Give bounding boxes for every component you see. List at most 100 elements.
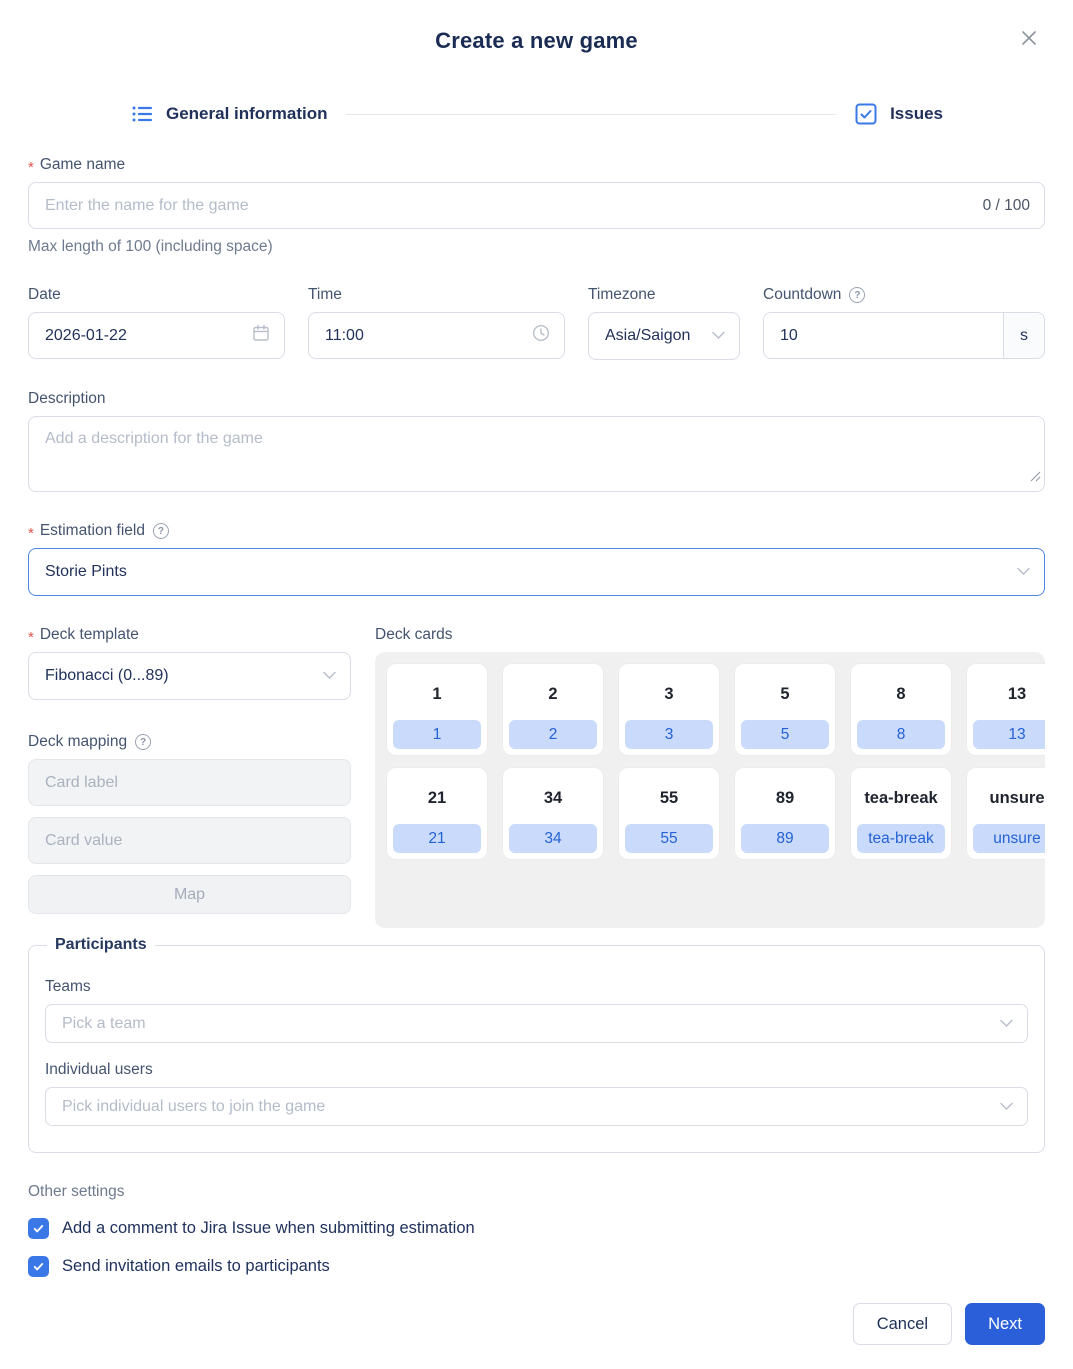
individual-users-select[interactable]: Pick individual users to join the game — [45, 1087, 1028, 1126]
deck-card[interactable]: 55 55 — [619, 768, 719, 859]
other-settings-options: Add a comment to Jira Issue when submitt… — [28, 1218, 1045, 1277]
date-input-wrap — [28, 312, 285, 359]
step-issues[interactable]: Issues — [854, 102, 943, 126]
deck-card-value-chip: 21 — [393, 824, 481, 853]
deck-card[interactable]: 89 89 — [735, 768, 835, 859]
deck-card[interactable]: 13 13 — [967, 664, 1045, 755]
date-label: Date — [28, 286, 285, 304]
next-button[interactable]: Next — [965, 1303, 1045, 1345]
card-value-input[interactable] — [28, 817, 351, 864]
chevron-down-icon — [1000, 1015, 1013, 1033]
checkbox-label: Add a comment to Jira Issue when submitt… — [62, 1219, 475, 1238]
deck-card-label: 89 — [735, 768, 835, 824]
participants-group: Participants Teams Pick a team Individua… — [28, 936, 1045, 1153]
estimation-field-select[interactable]: Storie Pints — [28, 548, 1045, 596]
seconds-suffix: s — [1003, 313, 1044, 358]
required-asterisk: * — [28, 525, 34, 542]
countdown-input-wrap: s — [763, 312, 1045, 359]
deck-card-label: 21 — [387, 768, 487, 824]
settings-checkbox-row[interactable]: Add a comment to Jira Issue when submitt… — [28, 1218, 1045, 1239]
deck-card-value-chip: 5 — [741, 720, 829, 749]
chevron-down-icon — [1000, 1098, 1013, 1116]
deck-card-label: tea-break — [851, 768, 951, 824]
help-icon[interactable]: ? — [849, 287, 865, 303]
deck-card[interactable]: unsure unsure — [967, 768, 1045, 859]
teams-select[interactable]: Pick a team — [45, 1004, 1028, 1043]
deck-card-label: 13 — [967, 664, 1045, 720]
step-general-information[interactable]: General information — [130, 102, 328, 126]
close-icon[interactable] — [1015, 24, 1043, 52]
deck-card[interactable]: 5 5 — [735, 664, 835, 755]
step-connector — [346, 114, 837, 115]
step-issues-label: Issues — [890, 104, 943, 124]
date-field: Date — [28, 286, 285, 360]
time-field: Time — [308, 286, 565, 360]
game-name-input[interactable] — [45, 197, 973, 215]
deck-card[interactable]: 1 1 — [387, 664, 487, 755]
deck-card-label: 5 — [735, 664, 835, 720]
deck-card-value-chip: tea-break — [857, 824, 945, 853]
game-name-label: * Game name — [28, 156, 1045, 174]
description-wrap — [28, 416, 1045, 492]
map-button[interactable]: Map — [28, 875, 351, 914]
card-label-input[interactable] — [28, 759, 351, 806]
deck-template-select[interactable]: Fibonacci (0...89) — [28, 652, 351, 700]
countdown-field: Countdown ? s — [763, 286, 1045, 360]
step-general-label: General information — [166, 104, 328, 124]
game-name-helper: Max length of 100 (including space) — [28, 238, 1045, 256]
help-icon[interactable]: ? — [135, 734, 151, 750]
checkbox-checked-icon[interactable] — [28, 1218, 49, 1239]
teams-placeholder: Pick a team — [62, 1015, 146, 1033]
deck-card-label: unsure — [967, 768, 1045, 824]
calendar-icon[interactable] — [252, 324, 270, 347]
deck-card[interactable]: 21 21 — [387, 768, 487, 859]
stepper: General information Issues — [130, 102, 943, 126]
game-name-field-wrap: 0 / 100 — [28, 182, 1045, 229]
estimation-field-value: Storie Pints — [45, 563, 127, 581]
deck-card[interactable]: 3 3 — [619, 664, 719, 755]
deck-card-label: 8 — [851, 664, 951, 720]
create-game-modal: Create a new game General information Is… — [0, 0, 1073, 1369]
chevron-down-icon — [712, 327, 725, 345]
cancel-button[interactable]: Cancel — [853, 1303, 952, 1345]
date-input[interactable] — [45, 327, 252, 345]
deck-card-value-chip: 13 — [973, 720, 1045, 749]
checkbox-checked-icon[interactable] — [28, 1256, 49, 1277]
estimation-field-label: * Estimation field ? — [28, 522, 1045, 540]
deck-cards-section: Deck cards 1 1 2 2 3 3 5 5 8 8 13 13 21 … — [375, 626, 1045, 928]
countdown-input[interactable] — [764, 327, 1003, 345]
checkbox-label: Send invitation emails to participants — [62, 1257, 330, 1276]
deck-card-label: 34 — [503, 768, 603, 824]
deck-template-label: * Deck template — [28, 626, 351, 644]
teams-label: Teams — [45, 978, 1028, 996]
deck-card-value-chip: 55 — [625, 824, 713, 853]
deck-cards-label: Deck cards — [375, 626, 1045, 644]
help-icon[interactable]: ? — [153, 523, 169, 539]
deck-card-label: 3 — [619, 664, 719, 720]
deck-mapping-label: Deck mapping ? — [28, 733, 351, 751]
deck-card[interactable]: 2 2 — [503, 664, 603, 755]
page-title: Create a new game — [28, 28, 1045, 54]
deck-card[interactable]: 8 8 — [851, 664, 951, 755]
deck-card-value-chip: 8 — [857, 720, 945, 749]
deck-card-value-chip: 3 — [625, 720, 713, 749]
deck-card[interactable]: tea-break tea-break — [851, 768, 951, 859]
time-label: Time — [308, 286, 565, 304]
timezone-select[interactable]: Asia/Saigon — [588, 312, 740, 360]
chevron-down-icon — [1017, 563, 1030, 581]
clock-icon[interactable] — [532, 324, 550, 347]
deck-card-label: 1 — [387, 664, 487, 720]
description-textarea[interactable] — [28, 416, 1045, 492]
deck-card-value-chip: 1 — [393, 720, 481, 749]
timezone-value: Asia/Saigon — [605, 327, 690, 345]
deck-card-value-chip: 89 — [741, 824, 829, 853]
timezone-label: Timezone — [588, 286, 740, 304]
settings-checkbox-row[interactable]: Send invitation emails to participants — [28, 1256, 1045, 1277]
countdown-label: Countdown ? — [763, 286, 1045, 304]
deck-card[interactable]: 34 34 — [503, 768, 603, 859]
list-icon — [130, 102, 154, 126]
deck-cards-grid: 1 1 2 2 3 3 5 5 8 8 13 13 21 21 34 34 55… — [387, 664, 1033, 859]
required-asterisk: * — [28, 629, 34, 646]
time-input[interactable] — [325, 327, 532, 345]
deck-template-value: Fibonacci (0...89) — [45, 667, 169, 685]
